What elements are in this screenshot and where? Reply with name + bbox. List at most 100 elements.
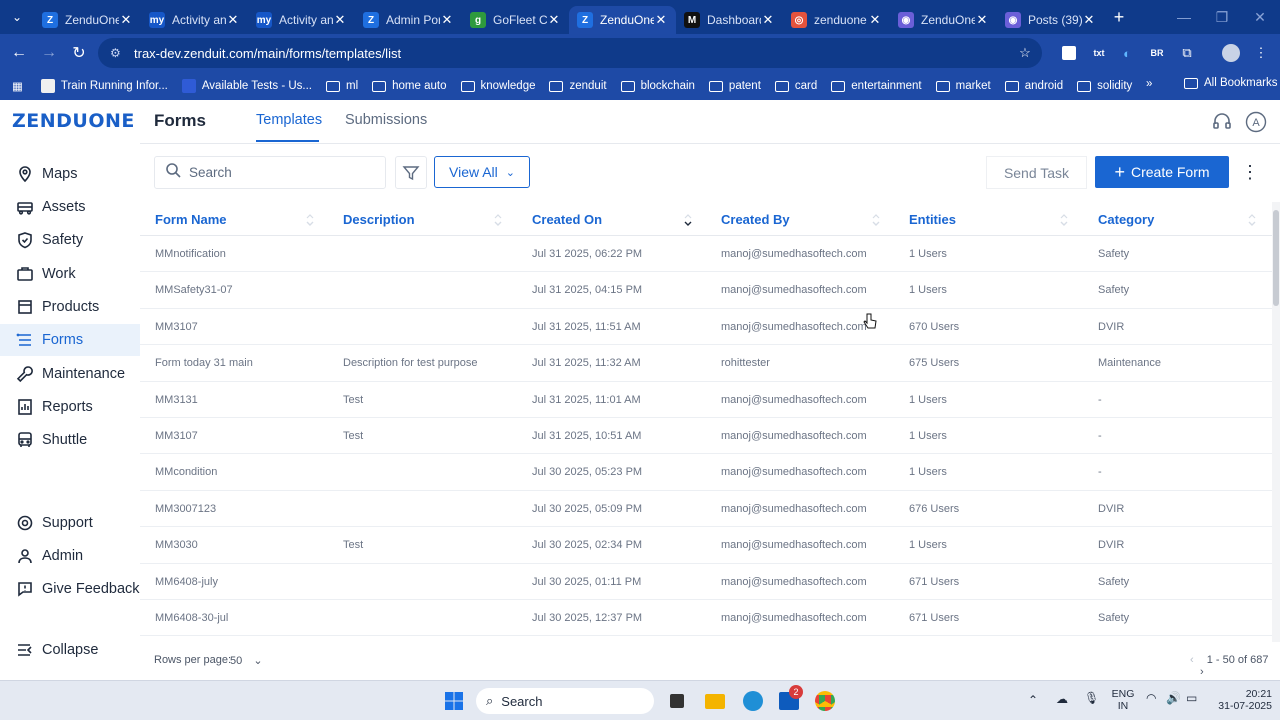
edge-extension-icon[interactable]: ◐ (1116, 42, 1138, 64)
sort-icon[interactable] (872, 213, 880, 226)
view-all-dropdown[interactable]: View All ⌄ (434, 156, 530, 188)
sort-icon[interactable] (1248, 213, 1256, 226)
tab-close-icon[interactable]: ✕ (654, 12, 668, 28)
table-row[interactable]: MM3107 Test Jul 31 2025, 10:51 AM manoj@sum… (140, 418, 1272, 455)
table-row[interactable]: MMcondition Jul 30 2025, 05:23 PM manoj@su… (140, 454, 1272, 491)
column-header-category[interactable]: Category (1098, 212, 1154, 227)
wifi-icon[interactable]: ◠ (1146, 691, 1156, 705)
tab-templates[interactable]: Templates (256, 112, 322, 128)
windows-start-icon[interactable] (441, 688, 467, 714)
prev-page-icon[interactable]: ‹ (1190, 654, 1194, 666)
bi-extension-icon[interactable]: BR (1146, 42, 1168, 64)
sidebar-item-forms[interactable]: Forms (0, 324, 140, 356)
puzzle-icon[interactable]: ⧉ (1176, 42, 1198, 64)
sidebar-item-maintenance[interactable]: Maintenance (0, 358, 140, 390)
browser-tab[interactable]: ◉ ZenduOne ✕ (890, 6, 997, 34)
table-row[interactable]: MM3131 Test Jul 31 2025, 11:01 AM manoj@sum… (140, 382, 1272, 418)
next-page-icon[interactable]: › (1200, 666, 1204, 678)
edge-icon[interactable] (740, 688, 766, 714)
column-header-form-name[interactable]: Form Name (155, 212, 227, 227)
tab-close-icon[interactable]: ✕ (975, 12, 989, 28)
tab-search-icon[interactable]: ⌄ (0, 0, 34, 34)
forward-icon[interactable]: → (34, 38, 64, 68)
bookmark-item[interactable]: patent (708, 80, 761, 92)
send-task-button[interactable]: Send Task (986, 156, 1087, 189)
sort-icon[interactable] (684, 213, 692, 226)
table-row[interactable]: MM6408-july Jul 30 2025, 01:11 PM manoj@su… (140, 564, 1272, 600)
tray-chevron-icon[interactable]: ⌃ (1028, 693, 1038, 707)
tab-close-icon[interactable]: ✕ (868, 12, 882, 28)
browser-tab[interactable]: ◉ Posts (39) ✕ (997, 6, 1104, 34)
sidebar-item-reports[interactable]: Reports (0, 391, 140, 423)
tab-close-icon[interactable]: ✕ (440, 12, 454, 28)
tab-close-icon[interactable]: ✕ (761, 12, 775, 28)
bookmark-item[interactable]: solidity (1077, 80, 1132, 92)
onedrive-icon[interactable]: ☁ (1056, 692, 1068, 706)
table-row[interactable]: MM3007123 Jul 30 2025, 05:09 PM manoj@sume… (140, 491, 1272, 528)
sort-icon[interactable] (306, 213, 314, 226)
bookmark-item[interactable]: Available Tests - Us... (181, 79, 312, 93)
tab-close-icon[interactable]: ✕ (226, 12, 240, 28)
sort-icon[interactable] (1060, 213, 1068, 226)
battery-icon[interactable]: ▭ (1186, 691, 1197, 705)
column-header-created-on[interactable]: Created On (532, 212, 602, 227)
back-icon[interactable]: ← (4, 38, 34, 68)
bookmark-item[interactable]: card (774, 80, 817, 92)
table-scrollbar-thumb[interactable] (1273, 210, 1279, 306)
column-header-entities[interactable]: Entities (909, 212, 956, 227)
sidebar-item-safety[interactable]: Safety (0, 224, 140, 256)
new-tab-button[interactable]: + (1104, 7, 1134, 28)
browser-tab[interactable]: M Dashboard ✕ (676, 6, 783, 34)
search-input[interactable] (189, 165, 369, 180)
sidebar-item-maps[interactable]: Maps (0, 158, 140, 190)
txt-extension-icon[interactable]: txt (1088, 42, 1110, 64)
bookmark-item[interactable]: entertainment (831, 80, 922, 92)
file-explorer-icon[interactable] (702, 688, 728, 714)
table-row[interactable]: MM6408-30-jul Jul 30 2025, 12:37 PM manoj@… (140, 600, 1272, 637)
sidebar-item-support[interactable]: Support (0, 507, 140, 539)
sort-icon[interactable] (494, 213, 502, 226)
account-icon[interactable]: A (1244, 110, 1268, 134)
apps-grid-icon[interactable]: ▦ (12, 79, 23, 93)
tab-close-icon[interactable]: ✕ (333, 12, 347, 28)
more-bookmarks-icon[interactable]: » (1146, 78, 1152, 90)
all-bookmarks[interactable]: All Bookmarks (1184, 77, 1278, 89)
bookmark-item[interactable]: android (1004, 80, 1063, 92)
tab-close-icon[interactable]: ✕ (119, 12, 133, 28)
browser-tab[interactable]: g GoFleet C ✕ (462, 6, 569, 34)
collapse-button[interactable]: Collapse (0, 634, 140, 666)
table-row[interactable]: MMSafety31-07 Jul 31 2025, 04:15 PM manoj@… (140, 272, 1272, 309)
browser-tab[interactable]: Z Admin Por ✕ (355, 6, 462, 34)
reload-icon[interactable]: ↻ (64, 38, 94, 68)
close-window-icon[interactable]: ✕ (1240, 0, 1280, 34)
browser-tab[interactable]: Z ZenduOne ✕ (569, 6, 676, 34)
table-row[interactable]: MM3107 Jul 31 2025, 11:51 AM manoj@sumedha… (140, 309, 1272, 346)
profile-avatar[interactable] (1220, 42, 1242, 64)
browser-tab[interactable]: ◎ zenduone ✕ (783, 6, 890, 34)
tab-close-icon[interactable]: ✕ (547, 12, 561, 28)
bookmark-item[interactable]: zenduit (549, 80, 607, 92)
clock[interactable]: 20:21 31-07-2025 (1206, 688, 1272, 712)
minimize-icon[interactable]: — (1164, 0, 1204, 34)
task-view-icon[interactable] (664, 688, 690, 714)
volume-icon[interactable]: 🔊 (1166, 691, 1181, 705)
sidebar-item-shuttle[interactable]: Shuttle (0, 424, 140, 456)
bookmark-item[interactable]: Train Running Infor... (40, 79, 168, 93)
sidebar-item-give-feedback[interactable]: Give Feedback (0, 573, 140, 605)
maximize-icon[interactable]: ❐ (1202, 0, 1242, 34)
language-indicator[interactable]: ENG IN (1110, 688, 1136, 712)
bookmark-item[interactable]: blockchain (620, 80, 695, 92)
sidebar-item-products[interactable]: Products (0, 291, 140, 323)
tab-submissions[interactable]: Submissions (345, 112, 427, 128)
more-options-icon[interactable]: ⋮ (1240, 156, 1260, 189)
chrome-menu-icon[interactable]: ⋮ (1250, 42, 1272, 64)
bookmark-item[interactable]: knowledge (460, 80, 535, 92)
site-info-icon[interactable]: ⚙ (110, 46, 126, 60)
chrome-icon[interactable] (812, 688, 838, 714)
sidebar-item-assets[interactable]: Assets (0, 191, 140, 223)
microphone-icon[interactable]: 🎙 (1084, 691, 1099, 705)
column-header-created-by[interactable]: Created By (721, 212, 790, 227)
headset-icon[interactable] (1210, 110, 1234, 134)
sidebar-item-admin[interactable]: Admin (0, 540, 140, 572)
tab-close-icon[interactable]: ✕ (1082, 12, 1096, 28)
